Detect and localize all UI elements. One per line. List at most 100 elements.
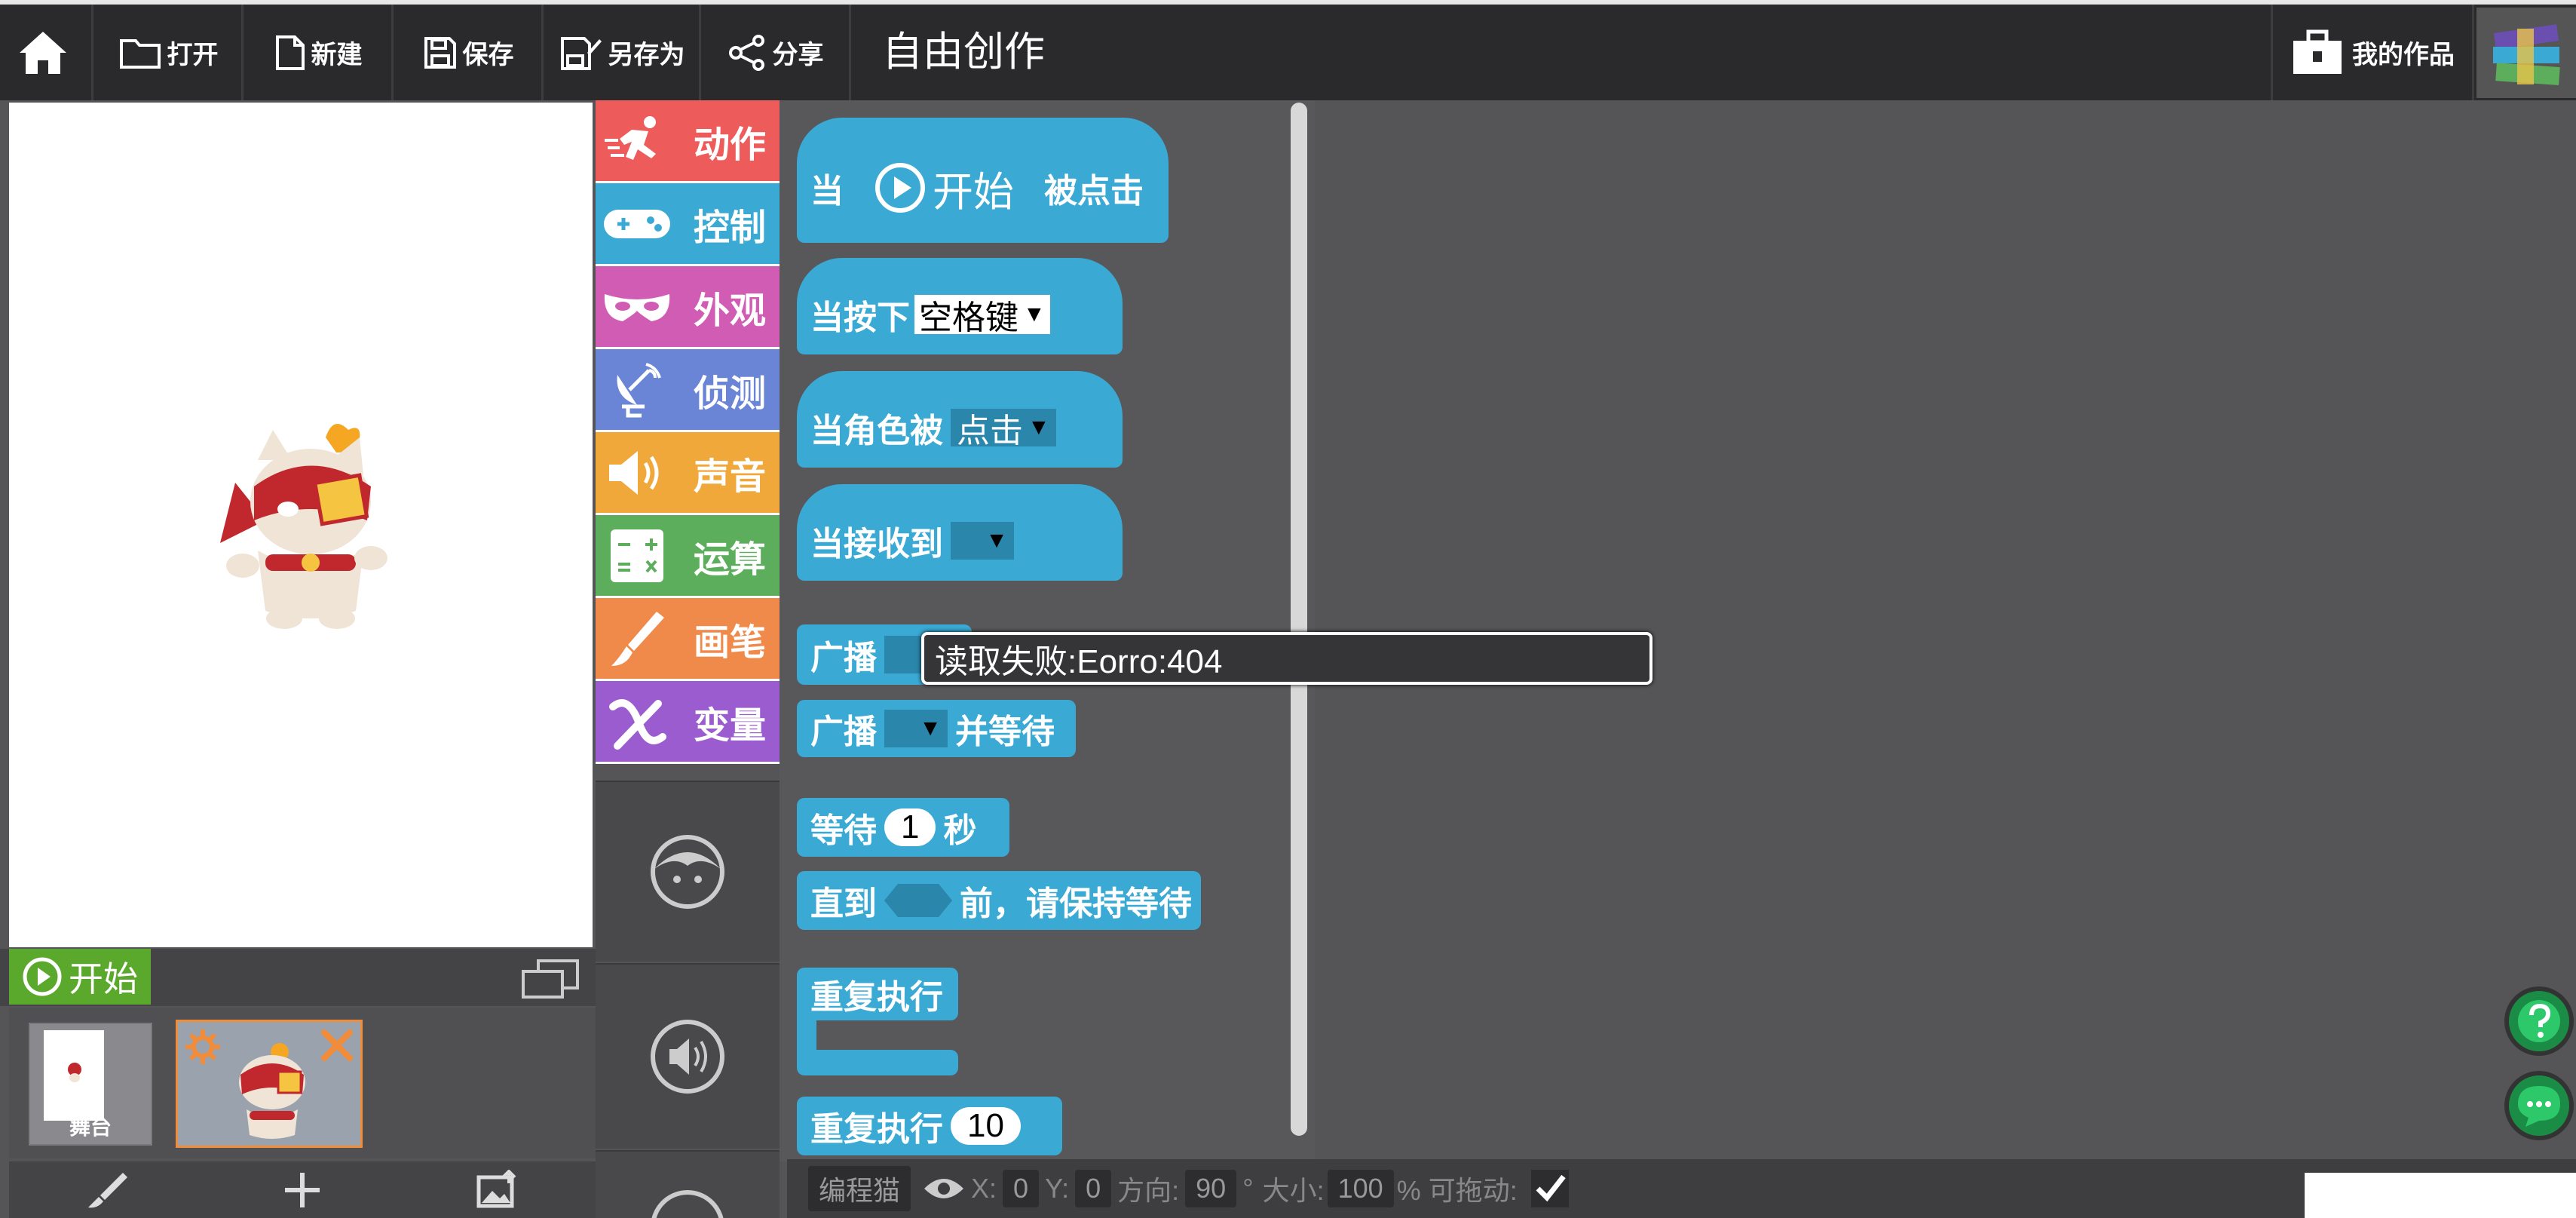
face-icon — [651, 835, 724, 909]
add-sprite-icon[interactable] — [282, 1170, 323, 1210]
start-label: 开始 — [69, 959, 138, 999]
block-when-receive[interactable]: 当接收到 ▼ — [797, 484, 1123, 581]
error-tooltip: 读取失败:Eorro:404 — [921, 632, 1652, 685]
size-value[interactable]: 100 — [1327, 1170, 1394, 1207]
radar-icon — [617, 362, 661, 417]
category-label: 变量 — [694, 705, 767, 746]
settings-gear-icon[interactable] — [184, 1028, 222, 1066]
category-sound[interactable]: 声音 — [596, 432, 780, 515]
books-icon — [2493, 24, 2560, 86]
block-text: 重复执行 — [810, 979, 943, 1016]
block-wait-until[interactable]: 直到 前，请保持等待 — [797, 871, 1201, 930]
extra-panel-button[interactable] — [596, 1150, 780, 1218]
direction-value[interactable]: 90 — [1185, 1170, 1237, 1207]
block-wait-seconds[interactable]: 等待 1 秒 — [797, 798, 1009, 857]
block-text: 重复执行 — [810, 1111, 943, 1148]
sound-panel-button[interactable] — [596, 963, 780, 1149]
block-when-start-clicked[interactable]: 当 开始 被点击 — [797, 118, 1169, 243]
sprite-thumbnail-selected[interactable] — [176, 1020, 363, 1148]
save-icon — [424, 36, 456, 69]
start-button[interactable]: 开始 — [9, 949, 151, 1005]
wait-seconds-input[interactable]: 1 — [884, 808, 936, 846]
category-looks[interactable]: 外观 — [596, 266, 780, 349]
dropdown-arrow-icon: ▼ — [1023, 302, 1046, 327]
block-when-key-pressed[interactable]: 当按下 空格键 ▼ — [797, 258, 1123, 354]
share-label: 分享 — [772, 41, 824, 69]
stage-canvas[interactable] — [9, 103, 593, 947]
broadcast-wait-dropdown[interactable]: ▼ — [884, 710, 948, 747]
category-control[interactable]: 控制 — [596, 183, 780, 266]
category-label: 侦测 — [694, 373, 767, 414]
mini-sprite-icon — [68, 1063, 81, 1082]
block-broadcast-and-wait[interactable]: 广播 ▼ 并等待 — [797, 700, 1076, 757]
y-value[interactable]: 0 — [1075, 1170, 1112, 1207]
chat-button[interactable] — [2504, 1071, 2574, 1140]
paint-brush-icon[interactable] — [85, 1170, 130, 1210]
repeat-count-input[interactable]: 10 — [951, 1107, 1021, 1145]
stage-thumb-preview — [44, 1030, 104, 1121]
user-avatar[interactable] — [2476, 8, 2576, 98]
stage-thumbnail[interactable]: 舞台 — [29, 1023, 152, 1146]
condition-slot[interactable] — [884, 884, 952, 917]
message-dropdown[interactable]: ▼ — [951, 522, 1014, 560]
category-pen[interactable]: 画笔 — [596, 598, 780, 681]
sprite-thumb-image — [239, 1043, 305, 1139]
sprite-cat-character[interactable] — [213, 415, 401, 634]
circle-icon — [651, 1190, 724, 1218]
home-button[interactable] — [0, 5, 93, 100]
variable-x-icon — [609, 698, 666, 750]
category-sensing[interactable]: 侦测 — [596, 349, 780, 432]
my-works-button[interactable]: 我的作品 — [2271, 5, 2474, 100]
my-works-label: 我的作品 — [2352, 41, 2455, 69]
block-text: 当接收到 — [810, 526, 943, 563]
save-as-button[interactable]: 另存为 — [546, 5, 701, 100]
size-label: 大小: — [1262, 1175, 1325, 1206]
block-text: 当角色被 — [810, 413, 943, 449]
category-operators[interactable]: 运算 — [596, 515, 780, 598]
help-button[interactable] — [2504, 986, 2574, 1056]
folder-icon — [119, 38, 161, 69]
palette-scrollbar[interactable] — [1291, 103, 1307, 1136]
dropdown-arrow-icon: ▼ — [1028, 415, 1050, 440]
category-motion[interactable]: 动作 — [596, 100, 780, 183]
category-variables[interactable]: 变量 — [596, 681, 780, 764]
draggable-label: % 可拖动: — [1396, 1175, 1518, 1206]
block-when-sprite-clicked[interactable]: 当角色被 点击 ▼ — [797, 371, 1123, 468]
block-text: 当 — [810, 173, 844, 210]
upload-image-icon[interactable] — [474, 1169, 519, 1210]
save-button[interactable]: 保存 — [396, 5, 544, 100]
mask-icon — [604, 293, 670, 321]
x-value[interactable]: 0 — [1003, 1170, 1040, 1207]
gamepad-icon — [604, 209, 670, 238]
toolbox-icon — [2293, 29, 2342, 74]
sprite-name-field[interactable]: 编程猫 — [808, 1166, 911, 1211]
eye-icon[interactable] — [921, 1175, 966, 1202]
block-text: 被点击 — [1044, 173, 1144, 210]
new-label: 新建 — [311, 41, 363, 69]
block-repeat-forever[interactable]: 重复执行 — [797, 968, 958, 1020]
share-button[interactable]: 分享 — [703, 5, 851, 100]
fullscreen-icon[interactable] — [520, 958, 580, 1000]
sprite-info-bar: 编程猫 X: 0 Y: 0 方向: 90 ° 大小: 100 % 可拖动: — [787, 1159, 2576, 1218]
sprite-event-value: 点击 — [957, 413, 1023, 449]
key-dropdown-value: 空格键 — [919, 299, 1018, 336]
save-as-icon — [560, 36, 602, 70]
block-text: 并等待 — [955, 713, 1055, 750]
block-repeat-n-times[interactable]: 重复执行 10 — [797, 1097, 1062, 1155]
save-label: 保存 — [462, 41, 514, 69]
block-text: 直到 — [810, 885, 877, 922]
brush-icon — [611, 611, 664, 666]
draggable-checkbox[interactable] — [1530, 1170, 1569, 1207]
category-label: 控制 — [694, 207, 767, 248]
dropdown-arrow-icon: ▼ — [919, 716, 942, 741]
key-dropdown[interactable]: 空格键 ▼ — [914, 295, 1050, 336]
sprite-event-dropdown[interactable]: 点击 ▼ — [951, 409, 1056, 449]
sound-circle-icon — [651, 1020, 724, 1094]
checkmark-icon — [1536, 1174, 1566, 1202]
new-button[interactable]: 新建 — [246, 5, 394, 100]
calculator-icon — [611, 529, 663, 582]
open-button[interactable]: 打开 — [96, 5, 244, 100]
block-text: 广播 — [810, 640, 877, 676]
home-icon — [19, 31, 66, 74]
sprite-costume-panel-button[interactable] — [596, 781, 780, 962]
